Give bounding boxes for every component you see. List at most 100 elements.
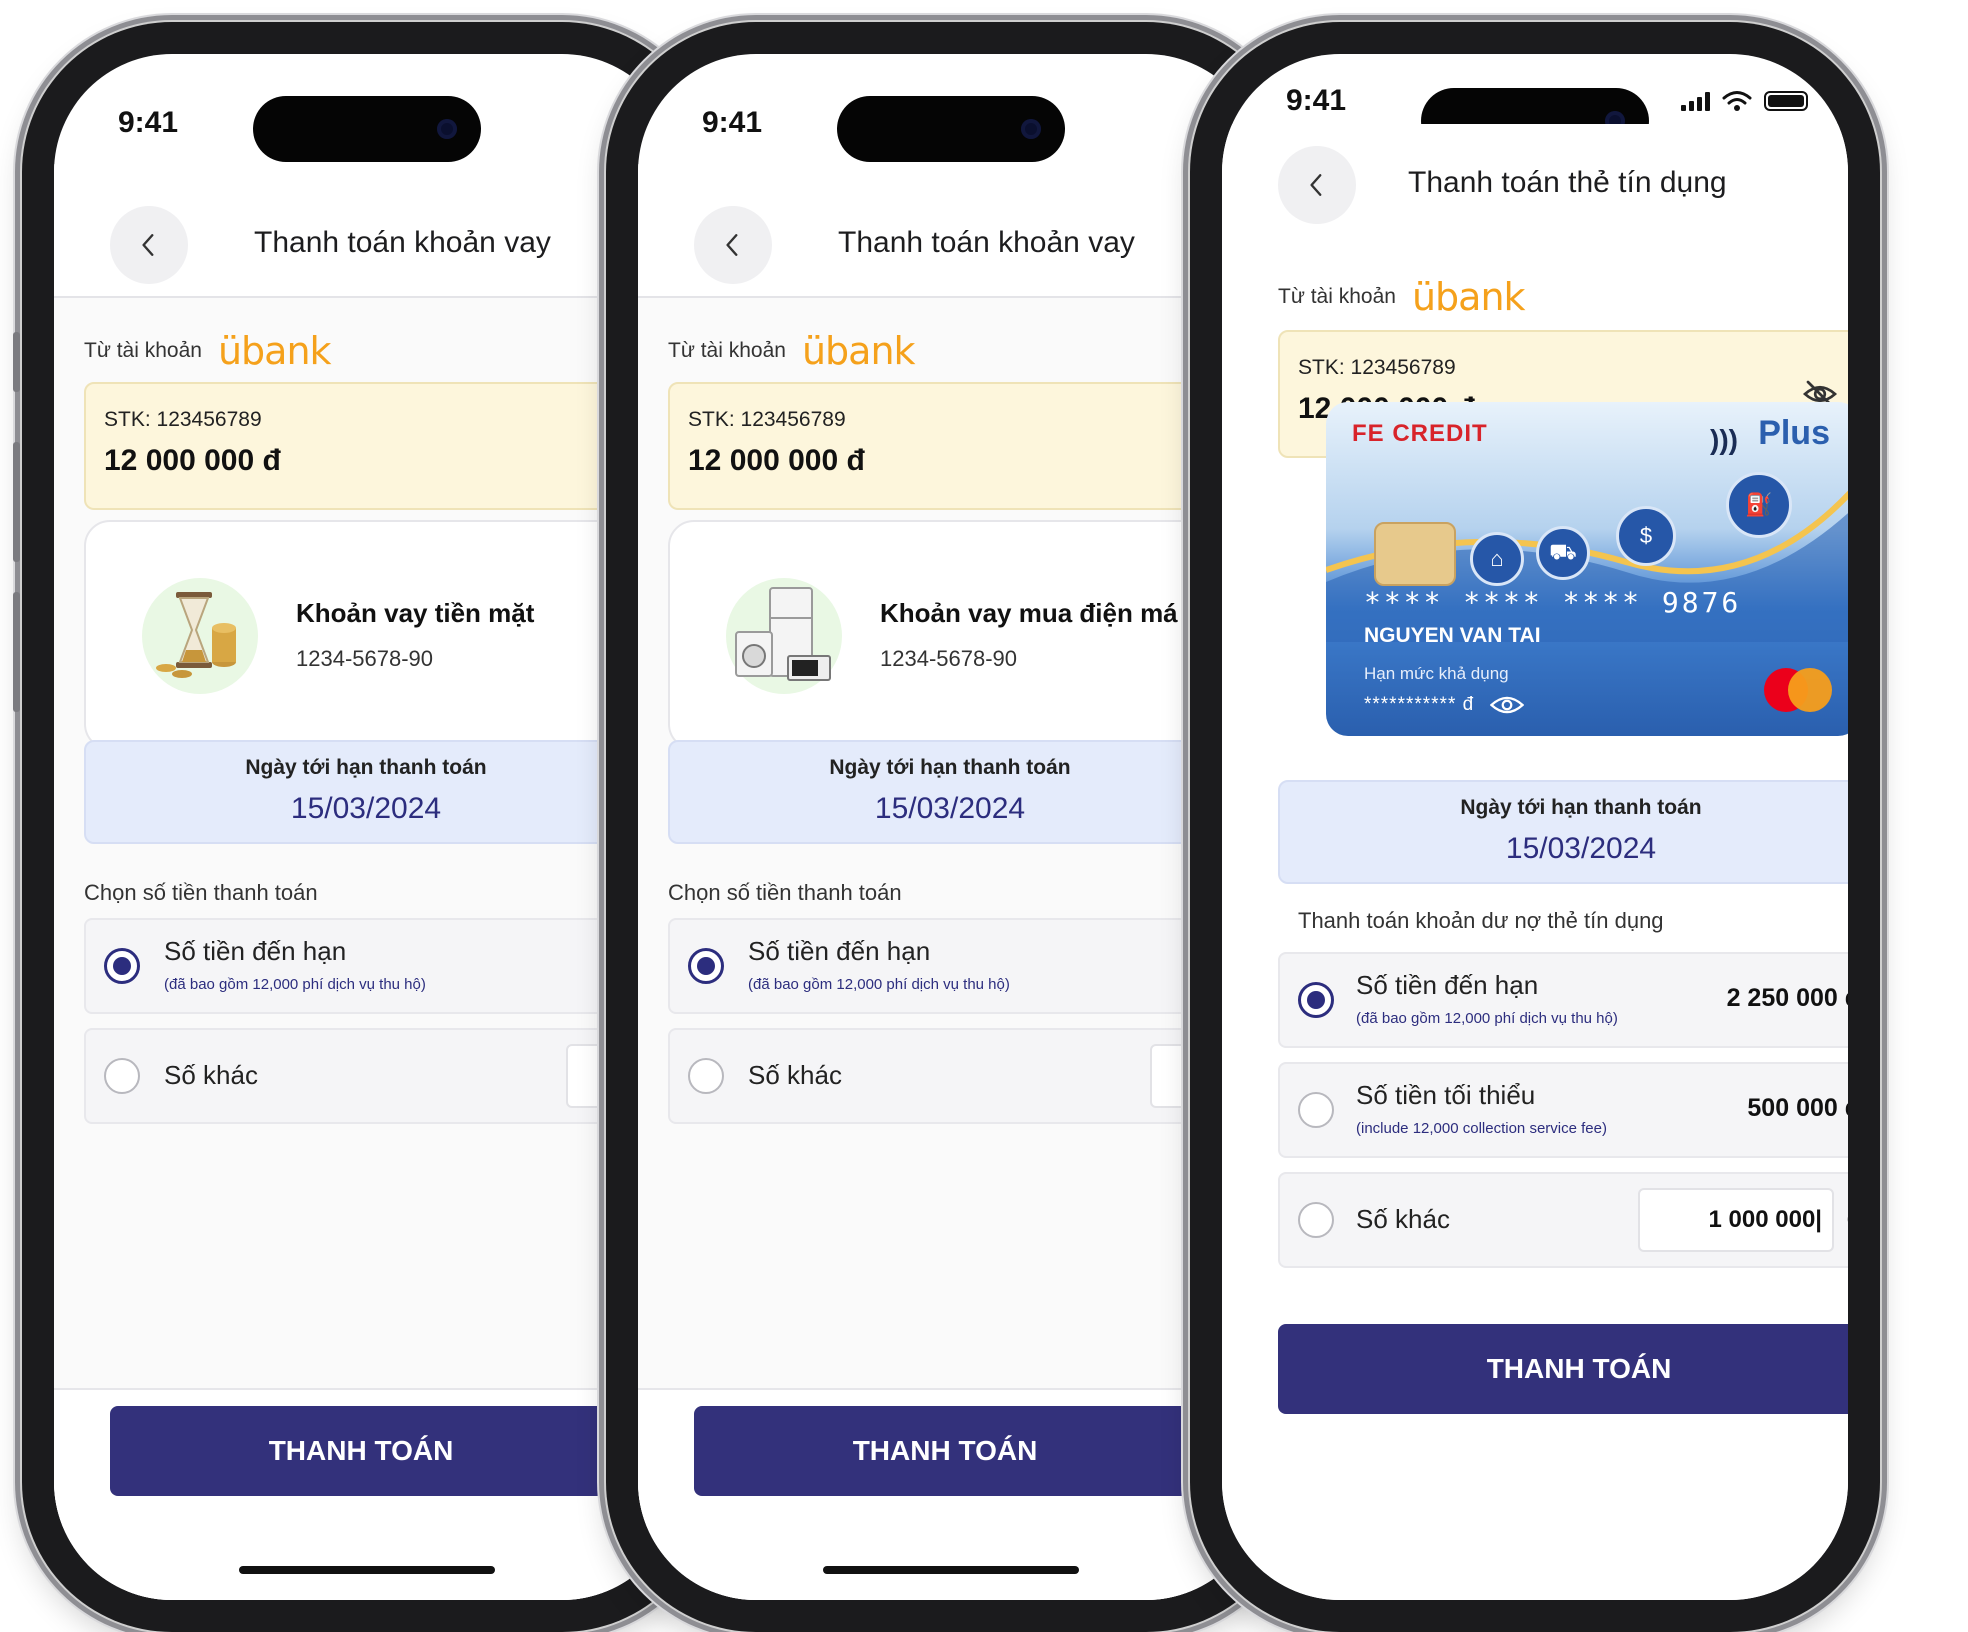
status-time: 9:41 — [1286, 84, 1347, 117]
credit-card[interactable]: FE CREDIT ))) Plus ⌂ ⛟ $ ⛽ **** **** ***… — [1326, 402, 1848, 736]
currency-symbol: đ — [1847, 1204, 1848, 1233]
chevron-left-icon — [726, 234, 738, 256]
cart-icon: ⛟ — [1536, 526, 1590, 580]
radio-unselected[interactable] — [1298, 1092, 1334, 1128]
option-title: Số tiền đến hạn — [1356, 970, 1539, 1000]
option-subtitle: (đã bao gồm 12,000 phí dịch vụ thu hộ) — [748, 976, 1010, 993]
option-title: Số khác — [1356, 1204, 1450, 1234]
option-minimum-amount[interactable]: Số tiền tối thiểu (include 12,000 collec… — [1278, 1062, 1848, 1158]
account-card[interactable]: STK: 123456789 12 000 000 đ — [84, 382, 680, 510]
home-indicator — [239, 1566, 495, 1574]
fuel-icon: ⛽ — [1726, 472, 1792, 538]
home-indicator — [823, 1566, 1079, 1574]
status-time: 9:41 — [118, 106, 179, 139]
source-account-label: Từ tài khoản übank — [668, 329, 916, 373]
loan-name: Khoản vay mua điện má — [880, 598, 1178, 628]
source-account-label: Từ tài khoản übank — [1278, 275, 1526, 319]
page-title: Thanh toán thẻ tín dụng — [1408, 166, 1727, 199]
option-other-amount[interactable]: Số khác — [668, 1028, 1264, 1124]
option-amount: 500 000 đ — [1747, 1094, 1848, 1122]
due-date-label: Ngày tới hạn thanh toán — [245, 756, 487, 779]
loan-name: Khoản vay tiền mặt — [296, 598, 535, 628]
source-account-label: Từ tài khoản übank — [84, 329, 332, 373]
eye-icon[interactable] — [1490, 695, 1525, 715]
option-subtitle: (include 12,000 collection service fee) — [1356, 1120, 1607, 1137]
option-due-amount[interactable]: Số tiền đến hạn (đã bao gồm 12,000 phí d… — [1278, 952, 1848, 1048]
section-title: Chọn số tiền thanh toán — [668, 880, 902, 905]
card-chip — [1374, 522, 1456, 586]
volume-down-button — [13, 592, 20, 712]
due-date-box: Ngày tới hạn thanh toán 15/03/2024 — [668, 740, 1264, 844]
pay-button[interactable]: THANH TOÁN — [110, 1406, 680, 1496]
header: Thanh toán thẻ tín dụng — [1222, 124, 1848, 256]
other-amount-input[interactable]: 1 000 000| — [1638, 1188, 1834, 1252]
loan-number: 1234-5678-90 — [296, 646, 434, 671]
mastercard-icon — [1764, 668, 1832, 712]
due-date-box: Ngày tới hạn thanh toán 15/03/2024 — [84, 740, 680, 844]
due-date-label: Ngày tới hạn thanh toán — [829, 756, 1071, 779]
back-button[interactable] — [110, 206, 188, 284]
option-subtitle: (đã bao gồm 12,000 phí dịch vụ thu hộ) — [164, 976, 426, 993]
due-date-value: 15/03/2024 — [874, 792, 1026, 825]
account-number: STK: 123456789 — [1298, 356, 1456, 379]
account-number: STK: 123456789 — [104, 408, 262, 431]
phone-dollar-icon: $ — [1616, 506, 1676, 566]
ubank-logo: übank — [801, 329, 916, 373]
chevron-left-icon — [1310, 174, 1322, 196]
option-title: Số tiền đến hạn — [164, 936, 347, 966]
from-account-text: Từ tài khoản — [84, 339, 202, 362]
battery-icon — [1764, 91, 1808, 111]
from-account-text: Từ tài khoản — [1278, 285, 1396, 308]
account-balance: 12 000 000 đ — [104, 444, 281, 477]
page-title: Thanh toán khoản vay — [254, 226, 551, 259]
card-number: **** **** **** 9876 — [1364, 586, 1742, 619]
volume-up-button — [13, 442, 20, 562]
back-button[interactable] — [1278, 146, 1356, 224]
loan-number: 1234-5678-90 — [880, 646, 1018, 671]
loan-card[interactable]: Khoản vay tiền mặt 1234-5678-90 — [84, 520, 680, 750]
limit-value: *********** đ — [1364, 694, 1525, 716]
limit-label: Hạn mức khả dụng — [1364, 664, 1509, 683]
dynamic-island — [837, 96, 1065, 162]
radio-selected[interactable] — [104, 948, 140, 984]
camera-icon — [437, 119, 457, 139]
option-other-amount[interactable]: Số khác 1 000 000| đ — [1278, 1172, 1848, 1268]
radio-selected[interactable] — [688, 948, 724, 984]
chevron-left-icon — [142, 234, 154, 256]
tag-icon: ⌂ — [1470, 532, 1524, 586]
phone-credit-card: 9:41 Thanh toán thẻ tín dụng Từ tài khoả… — [1190, 22, 1880, 1632]
wifi-icon — [1722, 91, 1752, 111]
bottom-bar: THANH TOÁN — [54, 1388, 680, 1600]
bottom-bar: THANH TOÁN — [638, 1388, 1264, 1600]
camera-icon — [1021, 119, 1041, 139]
pay-button[interactable]: THANH TOÁN — [1278, 1324, 1848, 1414]
option-due-amount[interactable]: Số tiền đến hạn (đã bao gồm 12,000 phí d… — [84, 918, 680, 1014]
ubank-logo: übank — [1411, 275, 1526, 319]
option-title: Số khác — [748, 1060, 842, 1090]
due-date-box: Ngày tới hạn thanh toán 15/03/2024 — [1278, 780, 1848, 884]
radio-selected[interactable] — [1298, 982, 1334, 1018]
account-balance: 12 000 000 đ — [688, 444, 865, 477]
account-number: STK: 123456789 — [688, 408, 846, 431]
option-other-amount[interactable]: Số khác — [84, 1028, 680, 1124]
ubank-logo: übank — [217, 329, 332, 373]
radio-unselected[interactable] — [688, 1058, 724, 1094]
signal-icon — [1681, 91, 1710, 111]
due-date-value: 15/03/2024 — [1505, 832, 1657, 865]
card-brand: FE CREDIT — [1352, 420, 1488, 447]
option-due-amount[interactable]: Số tiền đến hạn (đã bao gồm 12,000 phí d… — [668, 918, 1264, 1014]
option-amount: 2 250 000 đ — [1726, 984, 1848, 1012]
account-card[interactable]: STK: 123456789 12 000 000 đ — [668, 382, 1264, 510]
screen: 9:41 Thanh toán thẻ tín dụng Từ tài khoả… — [1222, 54, 1848, 1600]
radio-unselected[interactable] — [104, 1058, 140, 1094]
screen: 9:41 Thanh toán khoản vay Từ tài khoản ü… — [638, 54, 1264, 1600]
loan-card[interactable]: Khoản vay mua điện má 1234-5678-90 — [668, 520, 1264, 750]
header: Thanh toán khoản vay — [54, 164, 680, 298]
due-date-value: 15/03/2024 — [290, 792, 442, 825]
from-account-text: Từ tài khoản — [668, 339, 786, 362]
radio-unselected[interactable] — [1298, 1202, 1334, 1238]
screen: 9:41 Thanh toán khoản vay Từ tài khoản ü… — [54, 54, 680, 1600]
back-button[interactable] — [694, 206, 772, 284]
contactless-icon: ))) — [1710, 424, 1738, 455]
pay-button[interactable]: THANH TOÁN — [694, 1406, 1264, 1496]
